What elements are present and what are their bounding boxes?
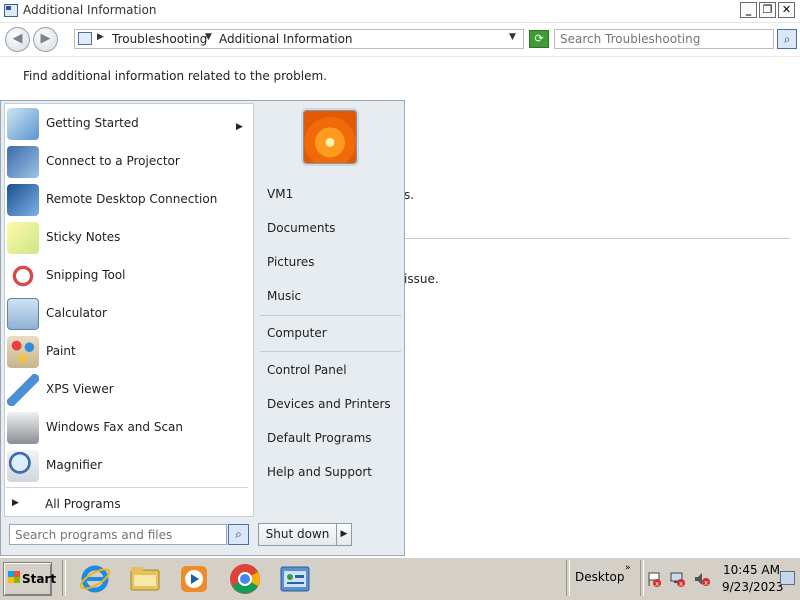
user-folder-link[interactable]: VM1: [267, 187, 293, 201]
svg-text:x: x: [704, 579, 708, 587]
program-label: Getting Started: [46, 116, 139, 130]
network-icon[interactable]: x: [670, 571, 686, 588]
volume-muted-icon[interactable]: x: [694, 571, 710, 587]
partial-text-1: s.: [404, 188, 415, 202]
svg-text:x: x: [655, 580, 659, 587]
control-panel-icon[interactable]: [278, 562, 312, 596]
pictures-link[interactable]: Pictures: [267, 255, 315, 269]
scissors-icon: [7, 260, 39, 292]
right-pane-divider: [260, 315, 401, 316]
program-connect-projector[interactable]: Connect to a Projector: [5, 144, 245, 180]
breadcrumb-separator-icon[interactable]: ▶: [97, 32, 104, 42]
paint-palette-icon: [7, 336, 39, 368]
toolbar-chevron-icon[interactable]: »: [625, 563, 631, 573]
clock-time[interactable]: 10:45 AM: [723, 563, 780, 577]
close-button[interactable]: ✕: [778, 2, 795, 18]
action-center-icon[interactable]: x: [646, 571, 662, 588]
search-icon[interactable]: ⌕: [228, 524, 249, 545]
shutdown-button[interactable]: Shut down: [258, 523, 337, 546]
program-label: Snipping Tool: [46, 268, 126, 282]
start-label: Start: [22, 572, 57, 586]
partial-text-2: issue.: [404, 272, 439, 286]
address-bar: ◀ ▶ ▶ Troubleshooting ▼ Additional Infor…: [0, 23, 800, 57]
submenu-arrow-icon[interactable]: ▶: [236, 122, 243, 132]
program-magnifier[interactable]: Magnifier: [5, 448, 245, 484]
getting-started-icon: [7, 108, 39, 140]
all-programs-link[interactable]: All Programs: [45, 497, 121, 511]
window-title: Additional Information: [23, 3, 157, 17]
program-label: Calculator: [46, 306, 107, 320]
chrome-icon[interactable]: [228, 562, 262, 596]
taskbar-divider: [640, 560, 644, 596]
forward-button[interactable]: ▶: [33, 27, 58, 52]
taskbar-divider: [62, 560, 66, 596]
programs-divider: [6, 487, 248, 488]
taskbar-divider: [566, 560, 570, 596]
program-paint[interactable]: Paint: [5, 334, 245, 370]
program-label: Remote Desktop Connection: [46, 192, 218, 206]
music-link[interactable]: Music: [267, 289, 301, 303]
program-label: Windows Fax and Scan: [46, 420, 184, 434]
search-troubleshooting-input[interactable]: [554, 29, 774, 49]
program-xps-viewer[interactable]: XPS Viewer: [5, 372, 245, 408]
breadcrumb-troubleshooting[interactable]: Troubleshooting: [112, 32, 207, 46]
program-getting-started[interactable]: Getting Started: [5, 106, 245, 142]
search-icon[interactable]: ⌕: [777, 29, 797, 49]
refresh-icon[interactable]: ⟳: [529, 30, 549, 48]
windows-logo-icon: [8, 571, 20, 583]
back-button[interactable]: ◀: [5, 27, 30, 52]
clock-date[interactable]: 9/23/2023: [722, 580, 784, 594]
content-divider: [404, 238, 790, 239]
devices-printers-link[interactable]: Devices and Printers: [267, 397, 391, 411]
breadcrumb[interactable]: ▶ Troubleshooting ▼ Additional Informati…: [74, 29, 524, 49]
minimize-button[interactable]: _: [740, 2, 757, 18]
window-title-bar[interactable]: Additional Information _ ❐ ✕: [0, 0, 800, 23]
svg-text:x: x: [679, 580, 683, 587]
program-snipping-tool[interactable]: Snipping Tool: [5, 258, 245, 294]
control-panel-breadcrumb-icon: [78, 32, 92, 45]
program-windows-fax-scan[interactable]: Windows Fax and Scan: [5, 410, 245, 446]
right-pane-divider: [260, 351, 401, 352]
sticky-notes-icon: [7, 222, 39, 254]
program-label: Paint: [46, 344, 76, 358]
internet-explorer-icon[interactable]: [78, 562, 112, 596]
program-label: Sticky Notes: [46, 230, 121, 244]
window-app-icon: [4, 4, 18, 17]
shutdown-options-arrow-icon[interactable]: ▶: [337, 523, 352, 546]
media-player-icon[interactable]: [177, 562, 211, 596]
desktop-toolbar-label[interactable]: Desktop: [575, 570, 625, 584]
file-explorer-icon[interactable]: [128, 562, 162, 596]
projector-icon: [7, 146, 39, 178]
magnifier-icon: [7, 450, 39, 482]
breadcrumb-additional-information[interactable]: Additional Information: [219, 32, 353, 46]
all-programs-arrow-icon[interactable]: ▶: [12, 498, 19, 508]
calculator-icon: [7, 298, 39, 330]
page-description: Find additional information related to t…: [23, 69, 327, 83]
program-label: Magnifier: [46, 458, 103, 472]
address-history-dropdown-icon[interactable]: ▼: [509, 32, 516, 42]
default-programs-link[interactable]: Default Programs: [267, 431, 372, 445]
help-support-link[interactable]: Help and Support: [267, 465, 372, 479]
restore-button[interactable]: ❐: [759, 2, 776, 18]
remote-desktop-icon: [7, 184, 39, 216]
program-calculator[interactable]: Calculator: [5, 296, 245, 332]
program-sticky-notes[interactable]: Sticky Notes: [5, 220, 245, 256]
program-remote-desktop[interactable]: Remote Desktop Connection: [5, 182, 245, 218]
show-desktop-icon[interactable]: [780, 571, 795, 585]
breadcrumb-dropdown-icon[interactable]: ▼: [205, 32, 212, 42]
computer-link[interactable]: Computer: [267, 326, 327, 340]
fax-icon: [7, 412, 39, 444]
search-programs-input[interactable]: [9, 524, 227, 545]
user-avatar[interactable]: [301, 108, 359, 166]
documents-link[interactable]: Documents: [267, 221, 335, 235]
control-panel-link[interactable]: Control Panel: [267, 363, 347, 377]
program-label: XPS Viewer: [46, 382, 114, 396]
start-button[interactable]: Start: [3, 562, 56, 596]
paper-plane-icon: [7, 374, 39, 406]
program-label: Connect to a Projector: [46, 154, 180, 168]
